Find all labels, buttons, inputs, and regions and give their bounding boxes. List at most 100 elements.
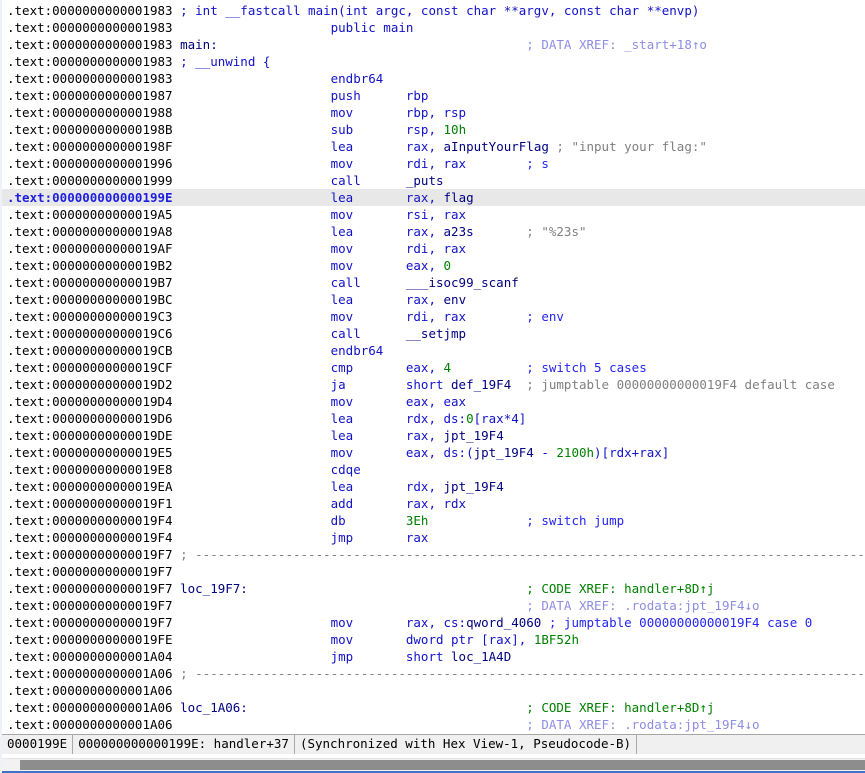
code-text: cmp eax,: [173, 360, 444, 375]
comment: ; --------------------------------------…: [173, 547, 865, 562]
horizontal-scrollbar[interactable]: [2, 758, 865, 771]
code-xref-comment: ; CODE XREF: handler+8D↑j: [248, 700, 715, 715]
listing-row[interactable]: .text:000000000000198F lea rax, aInputYo…: [2, 138, 865, 155]
listing-row[interactable]: .text:00000000000019F4 db 3Eh ; switch j…: [2, 512, 865, 529]
listing-row[interactable]: .text:0000000000001983 ; int __fastcall …: [2, 2, 865, 19]
listing-row[interactable]: .text:0000000000001A06 ; DATA XREF: .rod…: [2, 716, 865, 733]
code-text: lea rax,: [173, 139, 444, 154]
listing-row[interactable]: .text:00000000000019BC lea rax, env: [2, 291, 865, 308]
code-text: mov rdi, rax: [173, 241, 467, 256]
listing-row[interactable]: .text:00000000000019B7 call ___isoc99_sc…: [2, 274, 865, 291]
number-literal: 10h: [444, 122, 467, 137]
listing-row[interactable]: .text:0000000000001A06 ; ---------------…: [2, 665, 865, 682]
listing-row[interactable]: .text:00000000000019F7 mov rax, cs:qword…: [2, 614, 865, 631]
address-label: .text:00000000000019AF: [7, 241, 173, 256]
symbol-name: loc_19F7:: [173, 581, 248, 596]
address-label: .text:00000000000019D6: [7, 411, 173, 426]
listing-row[interactable]: .text:00000000000019F7: [2, 563, 865, 580]
address-label: .text:00000000000019F7: [7, 564, 173, 579]
symbol-name: ___isoc99_scanf: [406, 275, 519, 290]
listing-row[interactable]: .text:0000000000001A06: [2, 682, 865, 699]
comment: ; "input your flag:": [549, 139, 707, 154]
comment: ; switch jump: [428, 513, 624, 528]
address-label: .text:00000000000019C3: [7, 309, 173, 324]
code-text: lea rax,: [173, 224, 444, 239]
listing-row[interactable]: .text:00000000000019D2 ja short def_19F4…: [2, 376, 865, 393]
symbol-name: a23s: [444, 224, 474, 239]
listing-row[interactable]: .text:00000000000019E5 mov eax, ds:(jpt_…: [2, 444, 865, 461]
listing-row[interactable]: .text:0000000000001988 mov rbp, rsp: [2, 104, 865, 121]
listing-row[interactable]: .text:00000000000019A8 lea rax, a23s ; "…: [2, 223, 865, 240]
listing-row[interactable]: .text:00000000000019CF cmp eax, 4 ; swit…: [2, 359, 865, 376]
listing-row[interactable]: .text:00000000000019F7 ; DATA XREF: .rod…: [2, 597, 865, 614]
listing-row[interactable]: .text:0000000000001983 endbr64: [2, 70, 865, 87]
listing-row[interactable]: .text:000000000000198B sub rsp, 10h: [2, 121, 865, 138]
listing-row[interactable]: .text:0000000000001A04 jmp short loc_1A4…: [2, 648, 865, 665]
address-label: .text:0000000000001A06: [7, 666, 173, 681]
listing-row[interactable]: .text:00000000000019C3 mov rdi, rax ; en…: [2, 308, 865, 325]
code-text: endbr64: [173, 71, 384, 86]
address-label: .text:00000000000019F7: [7, 615, 173, 630]
code-text: lea rdx,: [173, 479, 444, 494]
code-text: -: [534, 445, 557, 460]
listing-row[interactable]: .text:00000000000019E8 cdqe: [2, 461, 865, 478]
code-text: )[rdx+rax]: [594, 445, 669, 460]
listing-row[interactable]: .text:00000000000019DE lea rax, jpt_19F4: [2, 427, 865, 444]
symbol-name: _puts: [406, 173, 444, 188]
symbol-name: jpt_19F4: [444, 428, 504, 443]
comment: ; s: [466, 156, 549, 171]
symbol-name: flag: [444, 190, 474, 205]
disassembly-listing[interactable]: .text:0000000000001983 ; int __fastcall …: [2, 0, 865, 736]
listing-row[interactable]: .text:00000000000019F4 jmp rax: [2, 529, 865, 546]
address-label: .text:0000000000001987: [7, 88, 173, 103]
listing-row-selected[interactable]: .text:000000000000199E lea rax, flag: [2, 189, 865, 206]
status-address-long: 000000000000199E: handler+37: [73, 735, 295, 754]
listing-row[interactable]: .text:0000000000001983 main: ; DATA XREF…: [2, 36, 865, 53]
listing-row[interactable]: .text:00000000000019EA lea rdx, jpt_19F4: [2, 478, 865, 495]
comment: ; switch 5 cases: [451, 360, 647, 375]
listing-row[interactable]: .text:00000000000019F1 add rax, rdx: [2, 495, 865, 512]
listing-row[interactable]: .text:00000000000019CB endbr64: [2, 342, 865, 359]
address-label: .text:0000000000001983: [7, 37, 173, 52]
code-text: lea rax,: [173, 190, 444, 205]
address-label: .text:00000000000019F4: [7, 513, 173, 528]
data-xref-comment: ; DATA XREF: .rodata:jpt_19F4↓o: [173, 717, 760, 732]
listing-row[interactable]: .text:00000000000019D4 mov eax, eax: [2, 393, 865, 410]
listing-row[interactable]: .text:00000000000019B2 mov eax, 0: [2, 257, 865, 274]
address-label: .text:00000000000019F7: [7, 547, 173, 562]
listing-row[interactable]: .text:00000000000019C6 call __setjmp: [2, 325, 865, 342]
listing-row[interactable]: .text:00000000000019D6 lea rdx, ds:0[rax…: [2, 410, 865, 427]
listing-row[interactable]: .text:0000000000001A06 loc_1A06: ; CODE …: [2, 699, 865, 716]
address-label: .text:000000000000199E: [7, 190, 173, 205]
listing-row[interactable]: .text:0000000000001999 call _puts: [2, 172, 865, 189]
address-label: .text:00000000000019C6: [7, 326, 173, 341]
listing-row[interactable]: .text:00000000000019FE mov dword ptr [ra…: [2, 631, 865, 648]
code-text: add rax, rdx: [173, 496, 467, 511]
code-text: mov rdi, rax: [173, 309, 467, 324]
code-text: lea rax,: [173, 292, 444, 307]
listing-row[interactable]: .text:0000000000001996 mov rdi, rax ; s: [2, 155, 865, 172]
listing-row[interactable]: .text:00000000000019F7 ; ---------------…: [2, 546, 865, 563]
listing-row[interactable]: .text:0000000000001983 public main: [2, 19, 865, 36]
comment: ; env: [466, 309, 564, 324]
symbol-name: qword_4060: [466, 615, 541, 630]
status-address-short: 0000199E: [2, 735, 73, 754]
address-label: .text:00000000000019FE: [7, 632, 173, 647]
symbol-name: def_19F4: [451, 377, 511, 392]
code-text: mov eax, eax: [173, 394, 467, 409]
listing-row[interactable]: .text:0000000000001983 ; __unwind {: [2, 53, 865, 70]
code-text: lea rax,: [173, 428, 444, 443]
symbol-name: loc_1A4D: [451, 649, 511, 664]
listing-row[interactable]: .text:00000000000019A5 mov rsi, rax: [2, 206, 865, 223]
address-label: .text:00000000000019F1: [7, 496, 173, 511]
symbol-name: main:: [173, 37, 218, 52]
symbol-name: jpt_19F4: [444, 479, 504, 494]
number-literal: 0: [444, 258, 452, 273]
listing-row[interactable]: .text:0000000000001987 push rbp: [2, 87, 865, 104]
listing-row[interactable]: .text:00000000000019AF mov rdi, rax: [2, 240, 865, 257]
horizontal-scrollbar-thumb[interactable]: [20, 760, 865, 770]
address-label: .text:00000000000019A8: [7, 224, 173, 239]
listing-row[interactable]: .text:00000000000019F7 loc_19F7: ; CODE …: [2, 580, 865, 597]
code-text: public main: [173, 20, 414, 35]
symbol-name: __setjmp: [406, 326, 466, 341]
